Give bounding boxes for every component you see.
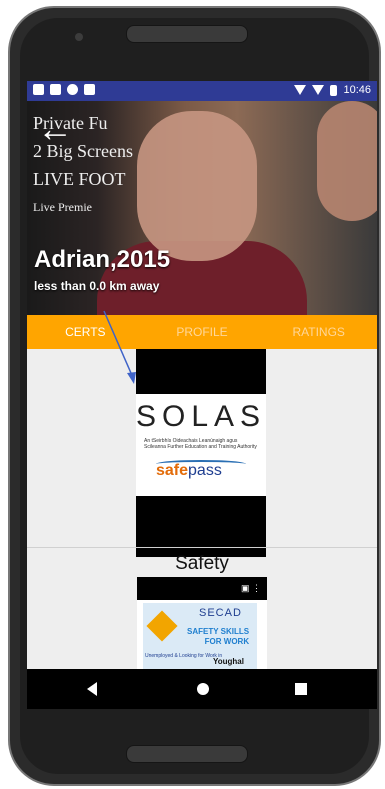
front-camera <box>75 33 83 41</box>
person-right <box>317 101 377 221</box>
poster-line-4: Live Premie <box>33 200 92 214</box>
skills-line-1: SAFETY SKILLS <box>187 627 250 636</box>
tab-ratings[interactable]: RATINGS <box>260 315 377 349</box>
android-nav-bar <box>27 669 377 709</box>
solas-logo: SOLAS An tSeirbhís Oideachais Leanúnaigh… <box>136 394 266 496</box>
signal-icon <box>312 85 325 95</box>
status-time: 10:46 <box>343 84 371 96</box>
safepass-text-b: pass <box>188 462 222 479</box>
back-arrow-icon[interactable]: ← <box>37 111 73 147</box>
solas-subtitle: An tSeirbhís Oideachais Leanúnaigh agus … <box>144 438 257 450</box>
status-left-icons <box>33 84 95 95</box>
sim-icon <box>84 84 95 95</box>
profile-distance: less than 0.0 km away <box>34 279 160 293</box>
status-bar: 10:46 <box>27 81 377 101</box>
mail-icon <box>33 84 44 95</box>
top-speaker <box>126 25 248 43</box>
skills-heading: SAFETY SKILLS FOR WORK <box>187 627 249 647</box>
poster-line-3: LIVE FOOT <box>33 169 126 189</box>
video-thumbnail: SECAD SAFETY SKILLS FOR WORK Unemployed … <box>143 603 257 669</box>
section-divider <box>27 547 377 548</box>
unemployed-note: Unemployed & Looking for Work in <box>145 653 223 659</box>
skills-line-2: FOR WORK <box>204 637 250 646</box>
safety-video[interactable]: ▣ ⋮ SECAD SAFETY SKILLS FOR WORK Unemplo… <box>137 577 267 669</box>
solas-title: SOLAS <box>136 400 267 433</box>
video-top-bar: ▣ ⋮ <box>137 577 267 600</box>
tab-bar: CERTS PROFILE RATINGS <box>27 315 377 349</box>
app-screen: 10:46 Private Fu 2 Big Screens LIVE FOOT… <box>27 81 377 709</box>
status-right-icons: 10:46 <box>294 84 371 96</box>
safepass-logo: safepass <box>156 462 222 480</box>
bottom-speaker <box>126 745 248 763</box>
back-triangle-icon[interactable] <box>87 682 97 696</box>
safepass-text-a: safe <box>156 462 189 479</box>
profile-photo: Private Fu 2 Big Screens LIVE FOOT Live … <box>27 101 377 321</box>
safety-sign-icon <box>146 610 178 642</box>
person-face <box>137 111 257 261</box>
wifi-icon <box>294 85 307 95</box>
youghal-label: Youghal <box>213 657 244 666</box>
circle-icon <box>67 84 78 95</box>
video-controls[interactable]: ▣ ⋮ <box>241 583 261 594</box>
battery-icon <box>330 84 338 96</box>
notification-icon <box>50 84 61 95</box>
safety-section-title: Safety <box>175 553 229 574</box>
recent-square-icon[interactable] <box>295 683 307 695</box>
tab-profile[interactable]: PROFILE <box>144 315 261 349</box>
certificate-image[interactable]: SOLAS An tSeirbhís Oideachais Leanúnaigh… <box>136 349 266 557</box>
secad-brand: SECAD <box>199 607 242 619</box>
home-circle-icon[interactable] <box>197 683 209 695</box>
tab-certs[interactable]: CERTS <box>27 315 144 349</box>
profile-name: Adrian,2015 <box>34 246 171 273</box>
